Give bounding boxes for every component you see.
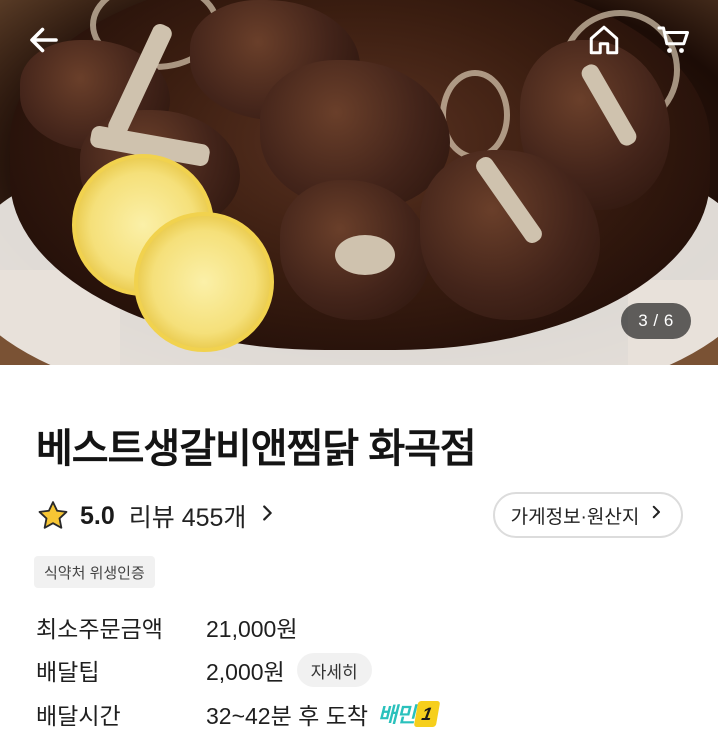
- rating-score: 5.0: [80, 501, 115, 530]
- cart-icon: [657, 26, 689, 53]
- chevron-right-icon: [256, 502, 278, 531]
- onion-decor: [440, 70, 510, 160]
- home-icon: [589, 25, 619, 55]
- hygiene-certification-badge: 식약처 위생인증: [34, 556, 155, 588]
- image-pager-indicator: 3 / 6: [621, 303, 691, 339]
- chevron-right-icon: [647, 503, 665, 527]
- baemin-logo-number: 1: [413, 701, 440, 727]
- home-button[interactable]: [582, 18, 626, 62]
- rating-review-link[interactable]: 5.0 리뷰 455개: [36, 496, 278, 536]
- min-order-value: 21,000원: [206, 616, 298, 642]
- baemin-logo-text: 배민: [378, 704, 416, 727]
- star-icon: [36, 499, 70, 533]
- back-button[interactable]: [22, 18, 66, 62]
- delivery-tip-detail-button[interactable]: 자세히: [296, 653, 372, 687]
- store-name: 베스트생갈비앤찜닭 화곡점: [36, 427, 477, 471]
- delivery-time-label: 배달시간: [36, 703, 121, 729]
- delivery-time-row: 배달시간 32~42분 후 도착 배민 1: [36, 696, 440, 732]
- lemon-slice-decor: [134, 212, 274, 352]
- review-count: 리뷰 455개: [128, 504, 247, 532]
- baemin-one-logo: 배민 1: [378, 699, 440, 729]
- store-info-label: 가게정보·원산지: [510, 506, 640, 528]
- cart-button[interactable]: [652, 18, 696, 62]
- arrow-left-icon: [30, 27, 58, 53]
- min-order-label: 최소주문금액: [36, 616, 163, 642]
- delivery-tip-value: 2,000원: [206, 659, 285, 685]
- delivery-tip-row: 배달팁 2,000원 자세히: [36, 652, 372, 688]
- min-order-row: 최소주문금액 21,000원: [36, 609, 298, 645]
- delivery-time-value: 32~42분 후 도착: [206, 703, 369, 729]
- delivery-tip-label: 배달팁: [36, 659, 100, 685]
- store-info-origin-button[interactable]: 가게정보·원산지: [493, 492, 683, 538]
- bone-decor: [335, 235, 395, 275]
- hero-food-image[interactable]: 3 / 6: [0, 0, 718, 365]
